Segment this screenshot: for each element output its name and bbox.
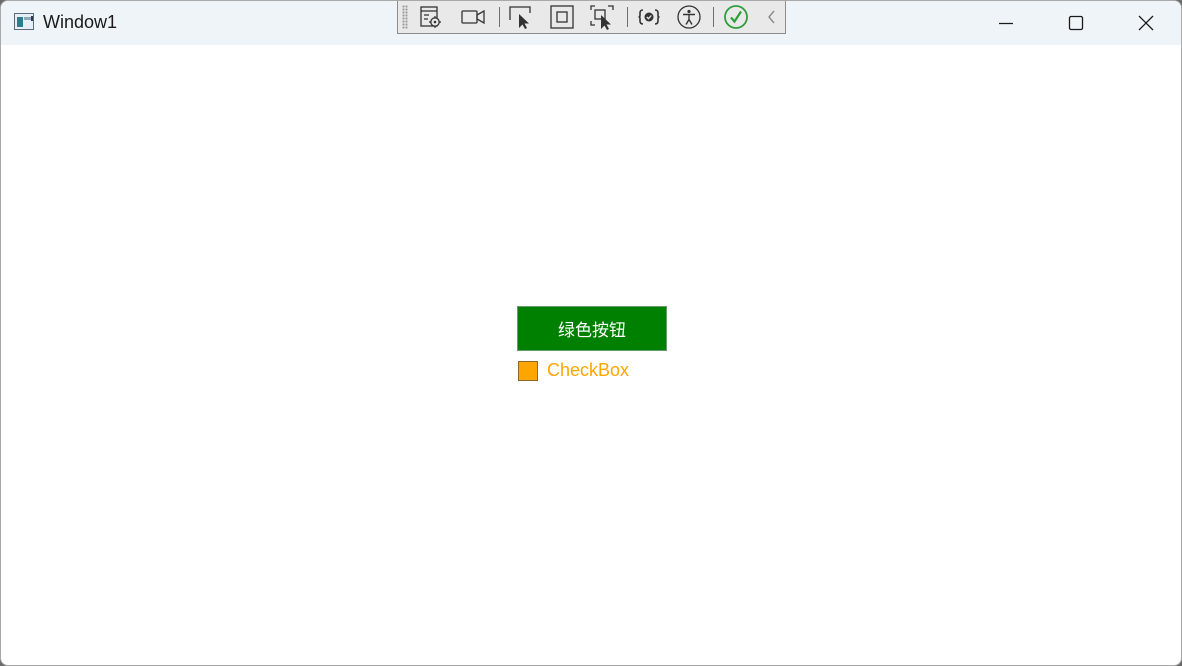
record-button[interactable] xyxy=(460,4,486,30)
collapse-toolbar-button[interactable] xyxy=(759,4,785,30)
window-app-icon xyxy=(14,13,34,30)
minimize-icon xyxy=(999,22,1013,25)
collapse-toolbar-icon xyxy=(768,10,775,24)
checkbox-box[interactable] xyxy=(518,361,538,381)
app-window: Window1 绿色按钮 CheckBox xyxy=(0,0,1182,666)
toolbar-separator xyxy=(627,7,628,27)
accessibility-scan-button[interactable] xyxy=(676,4,702,30)
select-element-button[interactable] xyxy=(508,4,534,30)
green-button[interactable]: 绿色按钮 xyxy=(517,306,667,351)
toolbar-separator xyxy=(713,7,714,27)
live-visual-tree-button[interactable] xyxy=(418,4,444,30)
binding-failures-icon xyxy=(638,9,660,25)
go-to-live-visual-tree-icon xyxy=(420,6,441,28)
window-title: Window1 xyxy=(43,12,118,32)
checkbox-label[interactable]: CheckBox xyxy=(547,360,629,381)
select-element-icon xyxy=(509,6,531,29)
debug-toolbar xyxy=(397,1,786,34)
binding-failures-button[interactable] xyxy=(636,4,662,30)
accessibility-scan-icon xyxy=(677,5,701,29)
close-button[interactable] xyxy=(1111,1,1181,45)
toolbar-separator xyxy=(499,7,500,27)
check-status-button[interactable] xyxy=(723,4,749,30)
maximize-button[interactable] xyxy=(1041,1,1111,45)
maximize-icon xyxy=(1068,15,1084,31)
toolbar-grip[interactable] xyxy=(402,5,408,29)
track-focused-element-icon xyxy=(590,5,614,30)
display-layout-adorners-icon xyxy=(550,5,574,29)
track-focused-element-button[interactable] xyxy=(589,4,615,30)
minimize-button[interactable] xyxy=(971,1,1041,45)
check-passed-icon xyxy=(724,5,748,29)
close-icon xyxy=(1138,15,1154,31)
display-layout-adorners-button[interactable] xyxy=(549,4,575,30)
record-icon xyxy=(461,9,485,25)
